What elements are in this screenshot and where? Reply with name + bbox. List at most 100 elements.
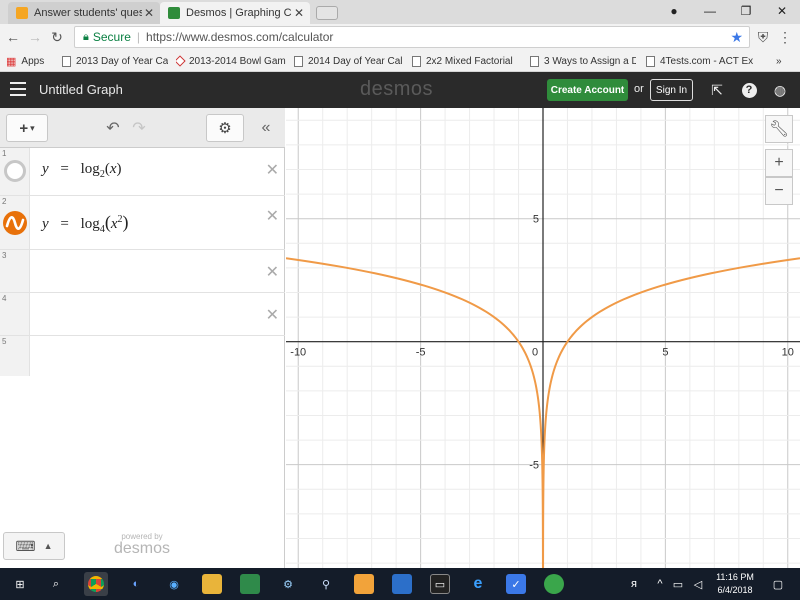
close-tab-icon[interactable]: ✕ bbox=[292, 6, 306, 20]
bookmarks-overflow-button[interactable]: » bbox=[776, 53, 792, 69]
expression-row[interactable]: 3 ✕ bbox=[0, 250, 285, 293]
profile-icon[interactable]: ● bbox=[660, 0, 688, 22]
restore-icon[interactable]: ❐ bbox=[732, 0, 760, 22]
minimize-icon[interactable]: — bbox=[696, 0, 724, 22]
tray-chevron-up-icon[interactable]: ^ bbox=[650, 574, 670, 594]
tab-desmos[interactable]: Desmos | Graphing Calcu ✕ bbox=[160, 2, 310, 24]
redo-icon[interactable]: ↷ bbox=[128, 114, 150, 142]
bookmark-item[interactable]: 2014 Day of Year Cal bbox=[294, 53, 404, 69]
app-taskbar-icon[interactable]: ⚙ bbox=[278, 574, 298, 594]
search-icon[interactable]: ⌕ bbox=[46, 574, 66, 594]
expression-gutter: 2 bbox=[0, 196, 30, 249]
graph-title[interactable]: Untitled Graph bbox=[39, 82, 123, 97]
expression-row[interactable]: 2 y = log4(x2) ✕ bbox=[0, 196, 285, 250]
bookmark-star-icon[interactable]: ★ bbox=[730, 29, 743, 46]
file-explorer-icon[interactable] bbox=[202, 574, 222, 594]
desmos-favicon-icon bbox=[168, 7, 180, 19]
notifications-icon[interactable]: ▢ bbox=[768, 574, 788, 594]
back-icon[interactable]: ← bbox=[4, 28, 22, 46]
address-separator: | bbox=[136, 30, 141, 44]
caret-down-icon: ▾ bbox=[30, 122, 35, 133]
bookmark-label: 2014 Day of Year Cal bbox=[308, 55, 403, 67]
help-icon[interactable]: ? bbox=[740, 81, 758, 99]
curve-right-branch bbox=[542, 257, 800, 568]
expression-index: 2 bbox=[2, 197, 7, 206]
chrome-taskbar-icon[interactable] bbox=[84, 572, 108, 596]
settings-gear-icon[interactable]: ⚙ bbox=[206, 114, 244, 142]
caret-up-icon: ▲ bbox=[43, 541, 53, 551]
expression-row-empty[interactable]: 5 bbox=[0, 336, 30, 376]
math-function: log bbox=[80, 216, 100, 232]
expression-math[interactable]: y = log2(x) bbox=[42, 161, 121, 180]
expression-index: 3 bbox=[2, 251, 7, 260]
bookmark-item[interactable]: 4Tests.com - ACT Ex bbox=[646, 53, 756, 69]
people-icon[interactable]: ᴙ bbox=[624, 574, 644, 594]
close-window-icon[interactable]: ✕ bbox=[768, 0, 796, 22]
terminal-icon[interactable]: ▭ bbox=[430, 574, 450, 594]
y-tick-label: -5 bbox=[529, 460, 539, 472]
curve-left-branch bbox=[286, 257, 544, 568]
edge-icon[interactable]: e bbox=[468, 574, 488, 594]
expression-gutter: 4 bbox=[0, 293, 30, 335]
menu-dots-icon[interactable]: ⋮ bbox=[776, 28, 794, 46]
app-taskbar-icon[interactable] bbox=[392, 574, 412, 594]
page-icon bbox=[62, 55, 71, 67]
bookmark-apps[interactable]: ▦ Apps bbox=[6, 53, 56, 69]
network-icon[interactable]: ▭ bbox=[668, 574, 688, 594]
language-globe-icon[interactable]: ◍ bbox=[771, 81, 789, 99]
extension-shield-icon[interactable]: ⛨ bbox=[754, 28, 772, 46]
graph-canvas[interactable]: -10 -5 0 5 10 5 -5 bbox=[286, 108, 800, 568]
app-taskbar-icon[interactable] bbox=[240, 574, 260, 594]
undo-icon[interactable]: ↶ bbox=[102, 114, 124, 142]
bookmark-item[interactable]: 2013 Day of Year Ca bbox=[62, 53, 168, 69]
bookmark-item[interactable]: 2013-2014 Bowl Gam bbox=[176, 53, 288, 69]
forward-icon[interactable]: → bbox=[26, 28, 44, 46]
app-taskbar-icon[interactable] bbox=[354, 574, 374, 594]
delete-expression-icon[interactable]: ✕ bbox=[266, 262, 279, 282]
hidden-graph-toggle-icon[interactable] bbox=[4, 160, 26, 182]
add-item-button[interactable]: + ▾ bbox=[6, 114, 48, 142]
expression-row[interactable]: 4 ✕ bbox=[0, 293, 285, 336]
graph-paper[interactable]: -10 -5 0 5 10 5 -5 🔧︎ + − bbox=[286, 108, 800, 568]
bookmark-item[interactable]: 2x2 Mixed Factorial bbox=[412, 53, 522, 69]
x-tick-label: -10 bbox=[290, 347, 306, 359]
graph-color-wave-icon[interactable] bbox=[3, 211, 27, 235]
x-tick-label: -5 bbox=[416, 347, 426, 359]
bookmark-item[interactable]: 3 Ways to Assign a D bbox=[530, 53, 636, 69]
system-clock[interactable]: 11:16 PM 6/4/2018 bbox=[708, 571, 762, 597]
page-icon bbox=[294, 55, 303, 67]
app-taskbar-icon[interactable]: ◉ bbox=[164, 574, 184, 594]
clock-time: 11:16 PM bbox=[716, 572, 754, 582]
zoom-in-icon[interactable]: + bbox=[765, 149, 793, 177]
zoom-out-icon[interactable]: − bbox=[765, 177, 793, 205]
collapse-panel-icon[interactable]: « bbox=[254, 114, 278, 142]
hamburger-menu-icon[interactable] bbox=[10, 82, 26, 96]
delete-expression-icon[interactable]: ✕ bbox=[266, 160, 279, 180]
tab-chegg[interactable]: Answer students' questio ✕ bbox=[8, 2, 160, 24]
expression-math[interactable]: y = log4(x2) bbox=[42, 212, 128, 235]
delete-expression-icon[interactable]: ✕ bbox=[266, 305, 279, 325]
powered-by-desmos: powered by desmos bbox=[110, 532, 174, 557]
volume-icon[interactable]: ◁ bbox=[688, 574, 708, 594]
bookmark-label: 4Tests.com - ACT Ex bbox=[660, 55, 754, 67]
url-input[interactable]: 🔒︎ Secure | https://www.desmos.com/calcu… bbox=[74, 26, 750, 48]
graph-settings-wrench-icon[interactable]: 🔧︎ bbox=[765, 115, 793, 143]
close-tab-icon[interactable]: ✕ bbox=[142, 6, 156, 20]
new-tab-button[interactable] bbox=[316, 6, 338, 20]
app-taskbar-icon[interactable]: ◐ bbox=[126, 574, 146, 594]
expression-index: 4 bbox=[2, 294, 7, 303]
calendar-icon[interactable]: ✓ bbox=[506, 574, 526, 594]
app-taskbar-icon[interactable] bbox=[544, 574, 564, 594]
sign-in-button[interactable]: Sign In bbox=[650, 79, 693, 101]
page-icon bbox=[530, 55, 539, 67]
expression-row[interactable]: 1 y = log2(x) ✕ bbox=[0, 148, 285, 196]
keyboard-toggle-button[interactable]: ⌨ ▲ bbox=[3, 532, 65, 560]
windows-start-icon[interactable]: ⊞ bbox=[10, 574, 30, 594]
create-account-button[interactable]: Create Account bbox=[547, 79, 628, 101]
x-tick-label: 5 bbox=[662, 347, 668, 359]
delete-expression-icon[interactable]: ✕ bbox=[266, 206, 279, 226]
bookmark-label: 2013-2014 Bowl Gam bbox=[189, 55, 286, 67]
magnifier-icon[interactable]: ⚲ bbox=[316, 574, 336, 594]
share-icon[interactable]: ⇱ bbox=[708, 81, 726, 99]
reload-icon[interactable]: ↻ bbox=[48, 28, 66, 46]
